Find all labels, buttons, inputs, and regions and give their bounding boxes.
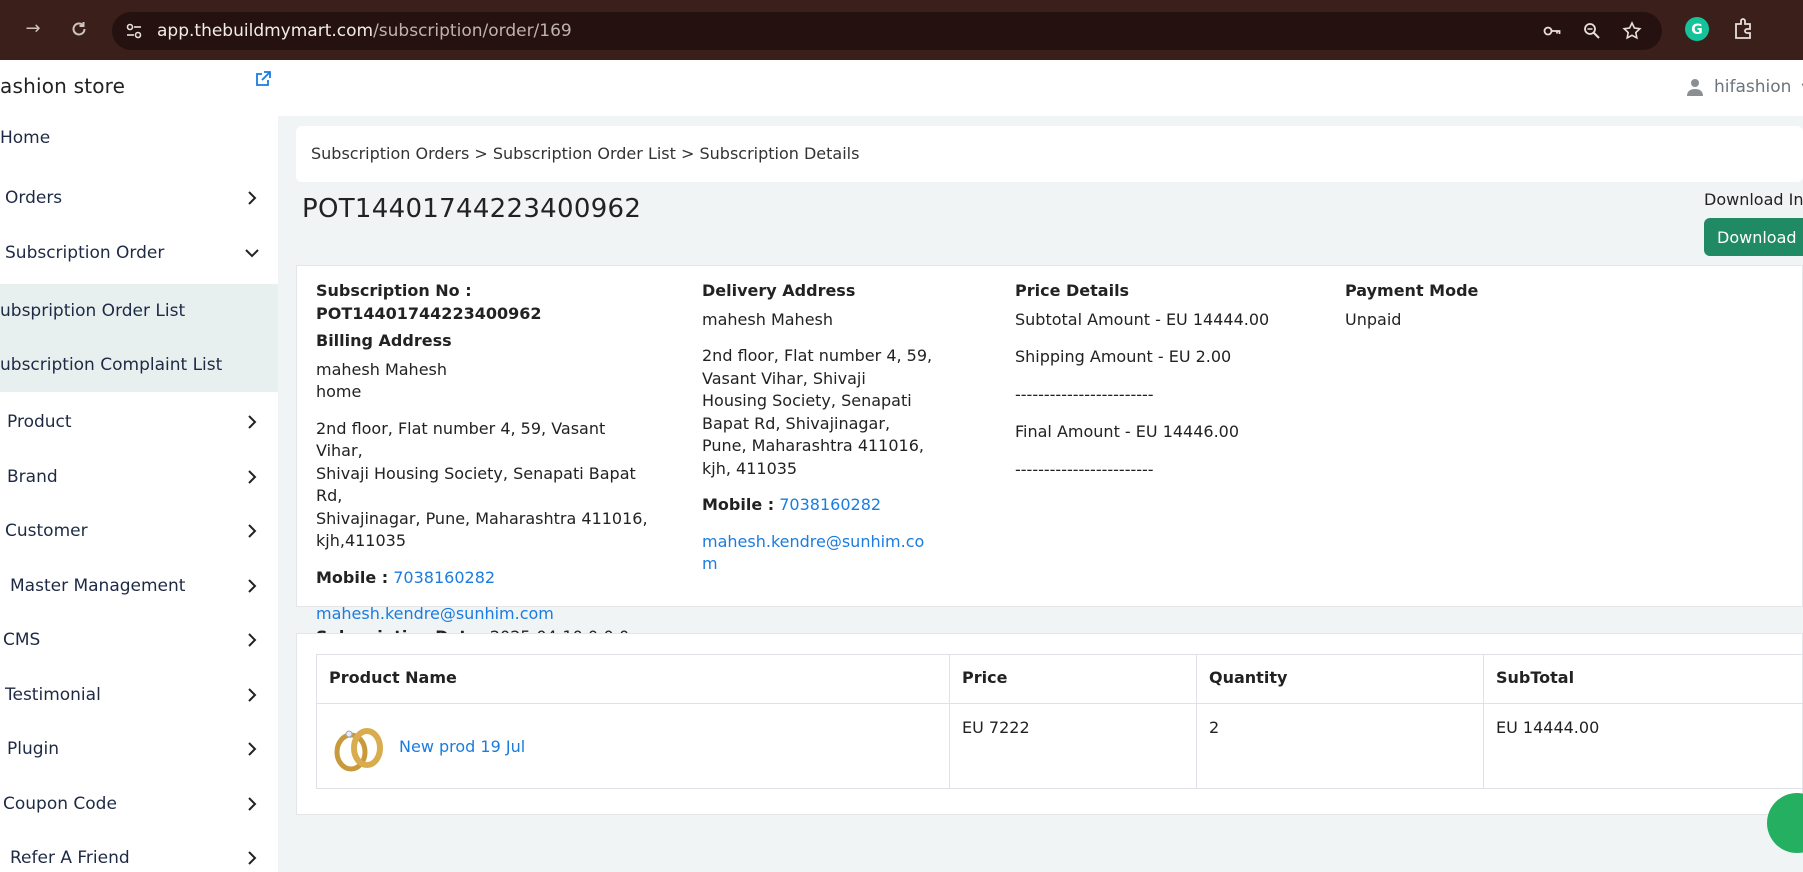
star-icon[interactable] bbox=[1622, 21, 1642, 41]
sidebar-item-subscription-order-list[interactable]: ubspription Order List bbox=[0, 284, 278, 338]
delivery-address-line: Housing Society, Senapati bbox=[702, 391, 912, 410]
column-header-subtotal: SubTotal bbox=[1483, 654, 1803, 704]
delivery-address-line: Vasant Vihar, Shivaji bbox=[702, 368, 866, 388]
price-column: Price Details Subtotal Amount - EU 14444… bbox=[1015, 280, 1315, 481]
breadcrumb-card: Subscription Orders > Subscription Order… bbox=[296, 126, 1803, 182]
billing-mobile-link[interactable]: 7038160282 bbox=[393, 568, 495, 587]
billing-mobile: Mobile : 7038160282 bbox=[316, 567, 496, 587]
payment-column: Payment Mode Unpaid bbox=[1345, 280, 1545, 331]
subscription-no: Subscription No : POT14401744223400962 bbox=[316, 281, 542, 323]
subtotal-amount: Subtotal Amount - EU 14444.00 bbox=[1015, 309, 1270, 329]
delivery-mobile-link[interactable]: 7038160282 bbox=[779, 495, 881, 514]
delivery-title: Delivery Address bbox=[702, 281, 856, 300]
chevron-right-icon bbox=[248, 191, 257, 205]
reload-icon[interactable] bbox=[64, 14, 94, 44]
user-name: hifashion bbox=[1714, 77, 1792, 97]
shipping-amount: Shipping Amount - EU 2.00 bbox=[1015, 347, 1232, 366]
chevron-right-icon bbox=[248, 688, 257, 702]
table-row: New prod 19 Jul EU 7222 2 EU 14444.00 bbox=[316, 703, 1803, 789]
sidebar-item-orders[interactable]: Orders bbox=[0, 178, 278, 218]
product-thumbnail[interactable] bbox=[329, 718, 389, 774]
price-divider: ------------------------ bbox=[1015, 459, 1154, 479]
delivery-address-line: 2nd floor, Flat number 4, 59, bbox=[702, 346, 933, 365]
billing-title: Billing Address bbox=[316, 331, 452, 350]
external-link-icon[interactable] bbox=[253, 69, 273, 89]
forward-icon[interactable]: → bbox=[18, 14, 48, 44]
chevron-right-icon bbox=[248, 797, 257, 811]
billing-address-line: 2nd floor, Flat number 4, 59, Vasant Vih… bbox=[316, 418, 606, 461]
column-header-product-name: Product Name bbox=[316, 654, 950, 704]
address-bar[interactable]: app.thebuildmymart.com/subscription/orde… bbox=[112, 12, 1662, 50]
sidebar-item-refer-a-friend[interactable]: Refer A Friend bbox=[0, 838, 278, 872]
browser-toolbar: → app.thebuildmymart.com/subscription/or… bbox=[0, 0, 1803, 60]
quantity-cell: 2 bbox=[1196, 703, 1484, 789]
delivery-email-link[interactable]: mahesh.kendre@sunhim.co m bbox=[702, 531, 952, 576]
download-invoice-button[interactable]: Download I bbox=[1704, 218, 1803, 256]
delivery-name: mahesh Mahesh bbox=[702, 309, 834, 329]
sidebar-item-plugin[interactable]: Plugin bbox=[0, 729, 278, 769]
sidebar-item-testimonial[interactable]: Testimonial bbox=[0, 675, 278, 715]
grammarly-icon[interactable]: G bbox=[1684, 16, 1710, 42]
chevron-right-icon bbox=[248, 415, 257, 429]
chevron-right-icon bbox=[248, 579, 257, 593]
price-divider: ------------------------ bbox=[1015, 384, 1154, 404]
billing-address-line: Shivajinagar, Pune, Maharashtra 411016, bbox=[316, 508, 648, 528]
zoom-icon[interactable] bbox=[1582, 21, 1602, 41]
sidebar-item-home[interactable]: Home bbox=[0, 118, 278, 158]
products-card: Product Name Price Quantity SubTotal New… bbox=[296, 633, 1803, 815]
products-table: Product Name Price Quantity SubTotal New… bbox=[316, 654, 1803, 789]
svg-text:G: G bbox=[1691, 22, 1703, 38]
column-header-price: Price bbox=[949, 654, 1197, 704]
final-amount: Final Amount - EU 14446.00 bbox=[1015, 422, 1240, 441]
sidebar-item-subscription-complaint-list[interactable]: ubscription Complaint List bbox=[0, 338, 278, 392]
sidebar: Home Orders Subscription Order ubspripti… bbox=[0, 116, 278, 872]
billing-name: mahesh Mahesh bbox=[316, 359, 448, 379]
column-header-quantity: Quantity bbox=[1196, 654, 1484, 704]
delivery-address-line: kjh, 411035 bbox=[702, 458, 798, 478]
delivery-address-line: Bapat Rd, Shivajinagar, bbox=[702, 413, 891, 433]
billing-address-line: Shivaji Housing Society, Senapati Bapat … bbox=[316, 463, 636, 506]
billing-column: Subscription No : POT14401744223400962 B… bbox=[316, 280, 656, 648]
chevron-right-icon bbox=[248, 633, 257, 647]
sidebar-item-cms[interactable]: CMS bbox=[0, 620, 278, 660]
extensions-icon[interactable] bbox=[1730, 16, 1756, 42]
site-info-icon[interactable] bbox=[124, 21, 144, 41]
billing-email-link[interactable]: mahesh.kendre@sunhim.com bbox=[316, 603, 656, 626]
sidebar-item-coupon-code[interactable]: Coupon Code bbox=[0, 784, 278, 824]
sidebar-item-brand[interactable]: Brand bbox=[0, 457, 278, 497]
sidebar-item-master-management[interactable]: Master Management bbox=[0, 566, 278, 606]
delivery-mobile: Mobile : 7038160282 bbox=[702, 495, 882, 514]
subtotal-cell: EU 14444.00 bbox=[1483, 703, 1803, 789]
store-name: ashion store bbox=[0, 74, 126, 98]
app-header: ashion store hifashion ▼ bbox=[0, 60, 1803, 116]
product-cell: New prod 19 Jul bbox=[316, 703, 950, 789]
breadcrumb: Subscription Orders > Subscription Order… bbox=[311, 144, 860, 163]
order-details-card: Subscription No : POT14401744223400962 B… bbox=[296, 265, 1803, 646]
chevron-down-icon bbox=[245, 249, 259, 258]
delivery-column: Delivery Address mahesh Mahesh 2nd floor… bbox=[702, 280, 952, 576]
page-title: POT14401744223400962 bbox=[302, 194, 642, 224]
price-cell: EU 7222 bbox=[949, 703, 1197, 789]
url-text: app.thebuildmymart.com/subscription/orde… bbox=[157, 21, 572, 41]
table-header-row: Product Name Price Quantity SubTotal bbox=[316, 654, 1803, 704]
key-icon[interactable] bbox=[1542, 21, 1562, 41]
chevron-right-icon bbox=[248, 524, 257, 538]
chevron-right-icon bbox=[248, 470, 257, 484]
sidebar-item-product[interactable]: Product bbox=[0, 402, 278, 442]
price-title: Price Details bbox=[1015, 281, 1130, 300]
chevron-right-icon bbox=[248, 851, 257, 865]
download-invoice-label: Download In bbox=[1704, 190, 1803, 209]
product-name-link[interactable]: New prod 19 Jul bbox=[399, 737, 525, 756]
chevron-right-icon bbox=[248, 742, 257, 756]
sidebar-item-subscription-order[interactable]: Subscription Order bbox=[0, 233, 278, 273]
billing-address-line: kjh,411035 bbox=[316, 531, 407, 550]
payment-mode-value: Unpaid bbox=[1345, 309, 1402, 329]
sidebar-item-customer[interactable]: Customer bbox=[0, 511, 278, 551]
billing-type: home bbox=[316, 382, 362, 401]
delivery-address-line: Pune, Maharashtra 411016, bbox=[702, 436, 924, 455]
user-icon bbox=[1687, 79, 1703, 96]
user-menu[interactable]: hifashion ▼ bbox=[1686, 74, 1803, 100]
payment-title: Payment Mode bbox=[1345, 281, 1479, 300]
